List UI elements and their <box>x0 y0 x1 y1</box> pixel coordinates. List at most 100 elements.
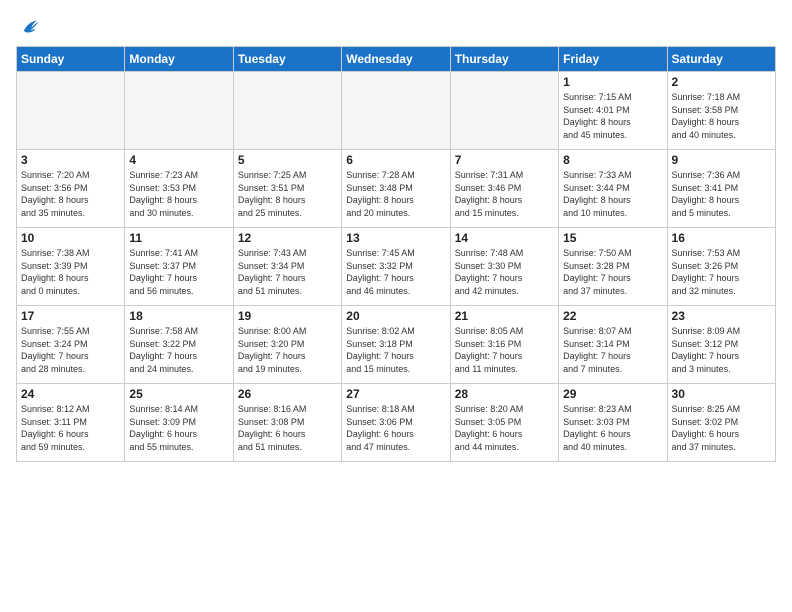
day-info: Sunrise: 8:12 AM Sunset: 3:11 PM Dayligh… <box>21 403 120 453</box>
calendar-cell: 28Sunrise: 8:20 AM Sunset: 3:05 PM Dayli… <box>450 384 558 462</box>
day-number: 29 <box>563 387 662 401</box>
day-info: Sunrise: 8:25 AM Sunset: 3:02 PM Dayligh… <box>672 403 771 453</box>
calendar-cell: 21 Sunrise: 8:05 AM Sunset: 3:16 PM Dayli… <box>450 306 558 384</box>
day-number: 8 <box>563 153 662 167</box>
calendar-cell: 27 Sunrise: 8:18 AM Sunset: 3:06 PM Dayli… <box>342 384 450 462</box>
day-info: Sunrise: 8:14 AM Sunset: 3:09 PM Dayligh… <box>129 403 228 453</box>
day-number: 23 <box>672 309 771 323</box>
day-info: Sunrise: 7:36 AM Sunset: 3:41 PM Dayligh… <box>672 169 771 219</box>
calendar-cell: 7 Sunrise: 7:31 AM Sunset: 3:46 PM Daylig… <box>450 150 558 228</box>
day-number: 12 <box>238 231 337 245</box>
day-info: Sunrise: 8:16 AM Sunset: 3:08 PM Dayligh… <box>238 403 337 453</box>
weekday-header-saturday: Saturday <box>667 47 775 72</box>
day-number: 2 <box>672 75 771 89</box>
day-number: 15 <box>563 231 662 245</box>
day-info: Sunrise: 8:23 AM Sunset: 3:03 PM Dayligh… <box>563 403 662 453</box>
calendar-cell: 15 Sunrise: 7:50 AM Sunset: 3:28 PM Dayli… <box>559 228 667 306</box>
day-info: Sunrise: 7:31 AM Sunset: 3:46 PM Dayligh… <box>455 169 554 219</box>
day-info: Sunrise: 8:09 AM Sunset: 3:12 PM Dayligh… <box>672 325 771 375</box>
calendar-cell <box>17 72 125 150</box>
calendar-cell: 5Sunrise: 7:25 AM Sunset: 3:51 PM Daylig… <box>233 150 341 228</box>
calendar-cell: 25 Sunrise: 8:14 AM Sunset: 3:09 PM Dayli… <box>125 384 233 462</box>
day-info: Sunrise: 8:18 AM Sunset: 3:06 PM Dayligh… <box>346 403 445 453</box>
day-number: 22 <box>563 309 662 323</box>
day-info: Sunrise: 8:07 AM Sunset: 3:14 PM Dayligh… <box>563 325 662 375</box>
day-number: 5 <box>238 153 337 167</box>
day-number: 21 <box>455 309 554 323</box>
day-info: Sunrise: 7:23 AM Sunset: 3:53 PM Dayligh… <box>129 169 228 219</box>
calendar-cell: 3Sunrise: 7:20 AM Sunset: 3:56 PM Daylig… <box>17 150 125 228</box>
day-number: 6 <box>346 153 445 167</box>
weekday-header-thursday: Thursday <box>450 47 558 72</box>
day-info: Sunrise: 7:28 AM Sunset: 3:48 PM Dayligh… <box>346 169 445 219</box>
day-number: 18 <box>129 309 228 323</box>
calendar-week-4: 17Sunrise: 7:55 AM Sunset: 3:24 PM Dayli… <box>17 306 776 384</box>
day-info: Sunrise: 7:58 AM Sunset: 3:22 PM Dayligh… <box>129 325 228 375</box>
calendar-cell: 18 Sunrise: 7:58 AM Sunset: 3:22 PM Dayli… <box>125 306 233 384</box>
day-number: 28 <box>455 387 554 401</box>
day-info: Sunrise: 7:33 AM Sunset: 3:44 PM Dayligh… <box>563 169 662 219</box>
calendar-cell: 26 Sunrise: 8:16 AM Sunset: 3:08 PM Dayli… <box>233 384 341 462</box>
day-number: 11 <box>129 231 228 245</box>
day-info: Sunrise: 7:45 AM Sunset: 3:32 PM Dayligh… <box>346 247 445 297</box>
day-info: Sunrise: 8:02 AM Sunset: 3:18 PM Dayligh… <box>346 325 445 375</box>
weekday-header-row: SundayMondayTuesdayWednesdayThursdayFrid… <box>17 47 776 72</box>
calendar-cell: 24 Sunrise: 8:12 AM Sunset: 3:11 PM Dayli… <box>17 384 125 462</box>
weekday-header-sunday: Sunday <box>17 47 125 72</box>
day-number: 13 <box>346 231 445 245</box>
logo-bird-icon <box>18 16 40 38</box>
calendar-cell: 9 Sunrise: 7:36 AM Sunset: 3:41 PM Daylig… <box>667 150 775 228</box>
calendar-cell: 19 Sunrise: 8:00 AM Sunset: 3:20 PM Dayli… <box>233 306 341 384</box>
calendar-cell: 1 Sunrise: 7:15 AM Sunset: 4:01 PM Daylig… <box>559 72 667 150</box>
logo-content <box>16 16 40 38</box>
day-info: Sunrise: 8:05 AM Sunset: 3:16 PM Dayligh… <box>455 325 554 375</box>
day-info: Sunrise: 7:50 AM Sunset: 3:28 PM Dayligh… <box>563 247 662 297</box>
day-number: 16 <box>672 231 771 245</box>
day-info: Sunrise: 7:53 AM Sunset: 3:26 PM Dayligh… <box>672 247 771 297</box>
calendar-cell <box>125 72 233 150</box>
calendar-cell: 13 Sunrise: 7:45 AM Sunset: 3:32 PM Dayli… <box>342 228 450 306</box>
day-number: 9 <box>672 153 771 167</box>
header <box>16 12 776 38</box>
day-number: 14 <box>455 231 554 245</box>
calendar: SundayMondayTuesdayWednesdayThursdayFrid… <box>16 46 776 462</box>
day-info: Sunrise: 7:48 AM Sunset: 3:30 PM Dayligh… <box>455 247 554 297</box>
calendar-cell: 22 Sunrise: 8:07 AM Sunset: 3:14 PM Dayli… <box>559 306 667 384</box>
calendar-cell: 10Sunrise: 7:38 AM Sunset: 3:39 PM Dayli… <box>17 228 125 306</box>
calendar-cell: 8 Sunrise: 7:33 AM Sunset: 3:44 PM Daylig… <box>559 150 667 228</box>
day-number: 26 <box>238 387 337 401</box>
calendar-cell: 17Sunrise: 7:55 AM Sunset: 3:24 PM Dayli… <box>17 306 125 384</box>
calendar-week-5: 24 Sunrise: 8:12 AM Sunset: 3:11 PM Dayli… <box>17 384 776 462</box>
calendar-cell: 30Sunrise: 8:25 AM Sunset: 3:02 PM Dayli… <box>667 384 775 462</box>
day-number: 7 <box>455 153 554 167</box>
calendar-cell: 11Sunrise: 7:41 AM Sunset: 3:37 PM Dayli… <box>125 228 233 306</box>
day-info: Sunrise: 7:55 AM Sunset: 3:24 PM Dayligh… <box>21 325 120 375</box>
weekday-header-tuesday: Tuesday <box>233 47 341 72</box>
calendar-cell: 2 Sunrise: 7:18 AM Sunset: 3:58 PM Daylig… <box>667 72 775 150</box>
calendar-cell: 14 Sunrise: 7:48 AM Sunset: 3:30 PM Dayli… <box>450 228 558 306</box>
calendar-cell: 16 Sunrise: 7:53 AM Sunset: 3:26 PM Dayli… <box>667 228 775 306</box>
day-info: Sunrise: 8:00 AM Sunset: 3:20 PM Dayligh… <box>238 325 337 375</box>
day-number: 25 <box>129 387 228 401</box>
day-number: 1 <box>563 75 662 89</box>
calendar-cell <box>233 72 341 150</box>
calendar-cell: 12Sunrise: 7:43 AM Sunset: 3:34 PM Dayli… <box>233 228 341 306</box>
day-info: Sunrise: 7:15 AM Sunset: 4:01 PM Dayligh… <box>563 91 662 141</box>
day-number: 24 <box>21 387 120 401</box>
page: SundayMondayTuesdayWednesdayThursdayFrid… <box>0 0 792 612</box>
day-info: Sunrise: 7:20 AM Sunset: 3:56 PM Dayligh… <box>21 169 120 219</box>
weekday-header-monday: Monday <box>125 47 233 72</box>
calendar-cell: 20 Sunrise: 8:02 AM Sunset: 3:18 PM Dayli… <box>342 306 450 384</box>
calendar-cell <box>450 72 558 150</box>
day-number: 19 <box>238 309 337 323</box>
day-number: 27 <box>346 387 445 401</box>
calendar-week-1: 1 Sunrise: 7:15 AM Sunset: 4:01 PM Daylig… <box>17 72 776 150</box>
calendar-cell: 29 Sunrise: 8:23 AM Sunset: 3:03 PM Dayli… <box>559 384 667 462</box>
calendar-cell: 23 Sunrise: 8:09 AM Sunset: 3:12 PM Dayli… <box>667 306 775 384</box>
calendar-cell <box>342 72 450 150</box>
calendar-week-3: 10Sunrise: 7:38 AM Sunset: 3:39 PM Dayli… <box>17 228 776 306</box>
calendar-cell: 6 Sunrise: 7:28 AM Sunset: 3:48 PM Daylig… <box>342 150 450 228</box>
day-info: Sunrise: 7:18 AM Sunset: 3:58 PM Dayligh… <box>672 91 771 141</box>
day-number: 4 <box>129 153 228 167</box>
day-number: 20 <box>346 309 445 323</box>
